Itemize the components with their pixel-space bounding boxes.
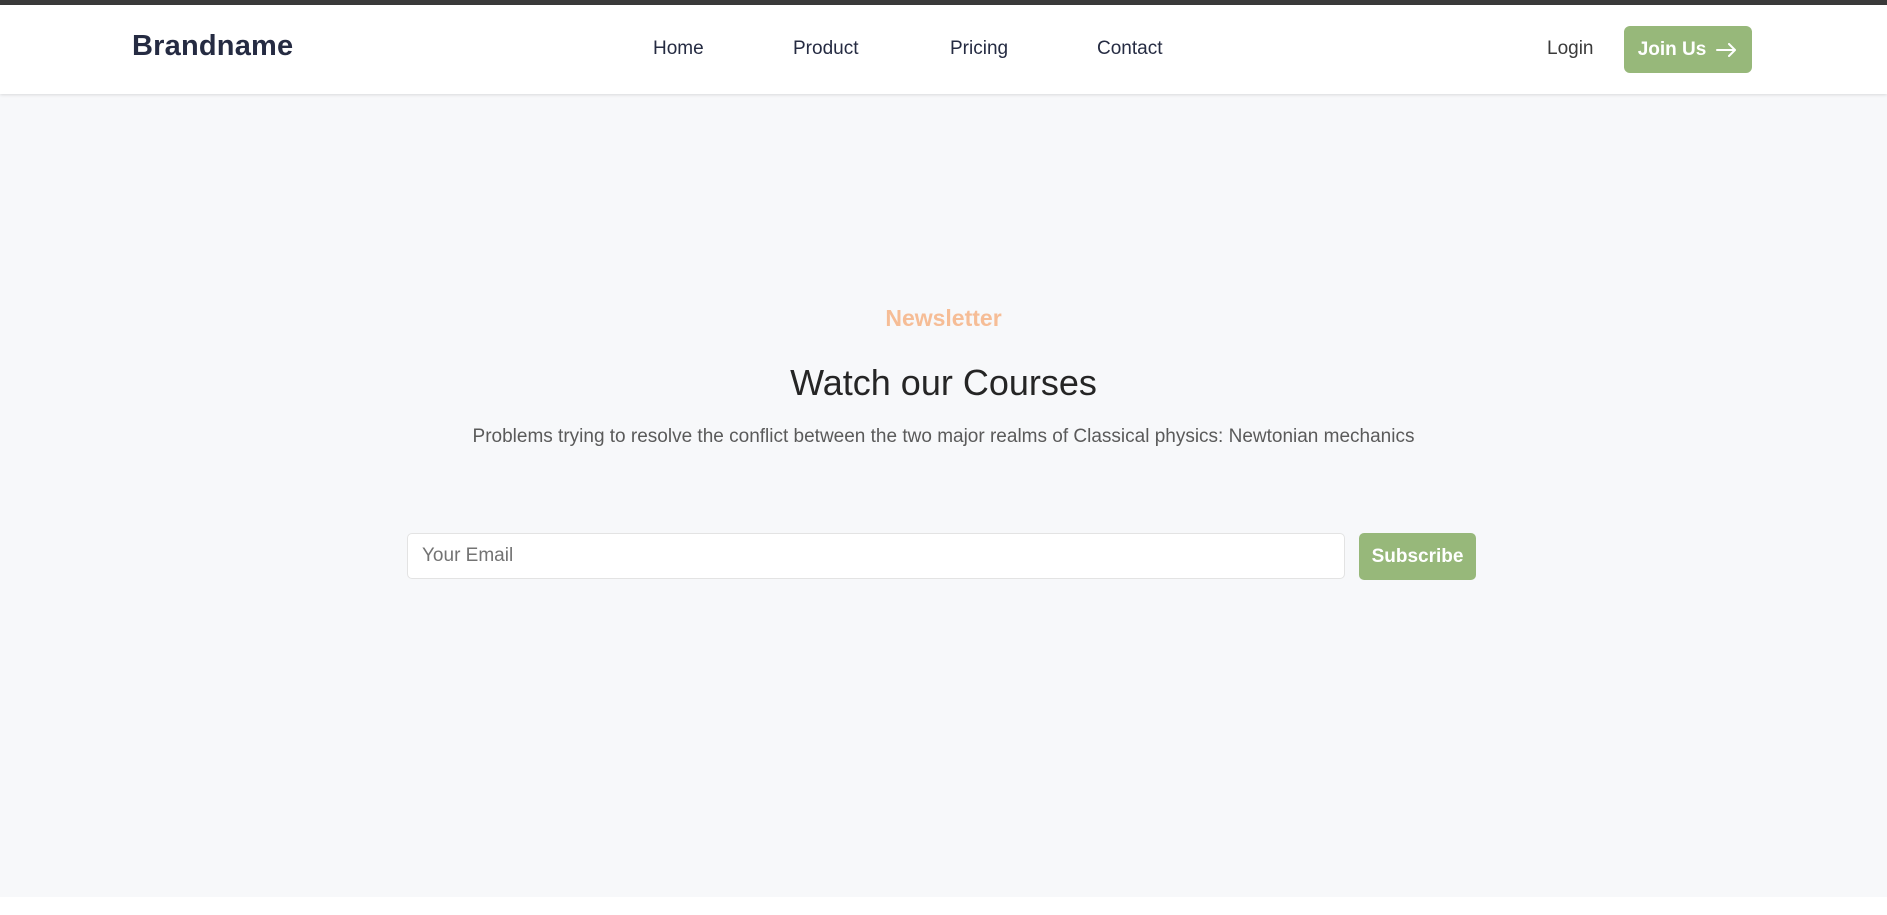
brand-logo-text[interactable]: Brandname (132, 30, 293, 63)
section-title: Watch our Courses (790, 362, 1097, 403)
join-us-button[interactable]: Join Us (1624, 26, 1752, 73)
arrow-right-icon (1716, 42, 1738, 57)
newsletter-section: Newsletter Watch our Courses Problems tr… (0, 94, 1887, 897)
nav-link-pricing[interactable]: Pricing (950, 38, 1008, 60)
join-us-label: Join Us (1637, 38, 1707, 60)
section-eyebrow: Newsletter (885, 305, 1002, 331)
nav-link-home[interactable]: Home (653, 38, 704, 60)
section-subtitle: Problems trying to resolve the conflict … (472, 426, 1415, 447)
login-link[interactable]: Login (1547, 38, 1594, 60)
nav-link-product[interactable]: Product (793, 38, 858, 60)
email-input[interactable] (407, 533, 1345, 579)
nav-link-contact[interactable]: Contact (1097, 38, 1162, 60)
subscribe-button[interactable]: Subscribe (1359, 533, 1476, 580)
site-header: Brandname Home Product Pricing Contact L… (0, 5, 1887, 94)
